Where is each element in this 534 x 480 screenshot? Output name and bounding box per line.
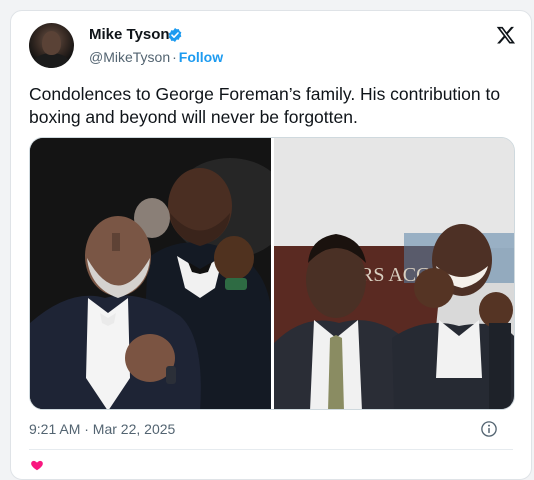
verified-badge-icon <box>168 28 182 42</box>
author-handle-row: @MikeTyson · Follow <box>89 49 223 65</box>
photo-recent-art <box>30 138 271 409</box>
tweet-card[interactable]: Mike Tyson @MikeTyson · Follow Condolences… <box>10 10 532 480</box>
avatar-shoulders <box>33 53 70 68</box>
author-handle[interactable]: @MikeTyson <box>89 49 170 65</box>
author-name[interactable]: Mike Tyson <box>89 26 170 43</box>
photo-recent[interactable] <box>30 138 271 409</box>
separator-dot: · <box>172 49 177 65</box>
avatar[interactable] <box>29 23 74 68</box>
avatar-face <box>42 31 61 55</box>
media-grid[interactable]: RS ACCA <box>29 137 515 410</box>
timestamp[interactable]: 9:21 AM · Mar 22, 2025 <box>29 421 175 437</box>
info-icon[interactable] <box>480 420 498 438</box>
x-logo-icon[interactable] <box>496 25 516 45</box>
like-icon[interactable] <box>29 458 45 472</box>
tweet-text: Condolences to George Foreman’s family. … <box>29 84 501 127</box>
follow-button[interactable]: Follow <box>179 49 223 65</box>
photo-vintage-art: RS ACCA <box>274 138 514 409</box>
divider <box>29 449 513 450</box>
photo-vintage[interactable]: RS ACCA <box>274 138 514 409</box>
